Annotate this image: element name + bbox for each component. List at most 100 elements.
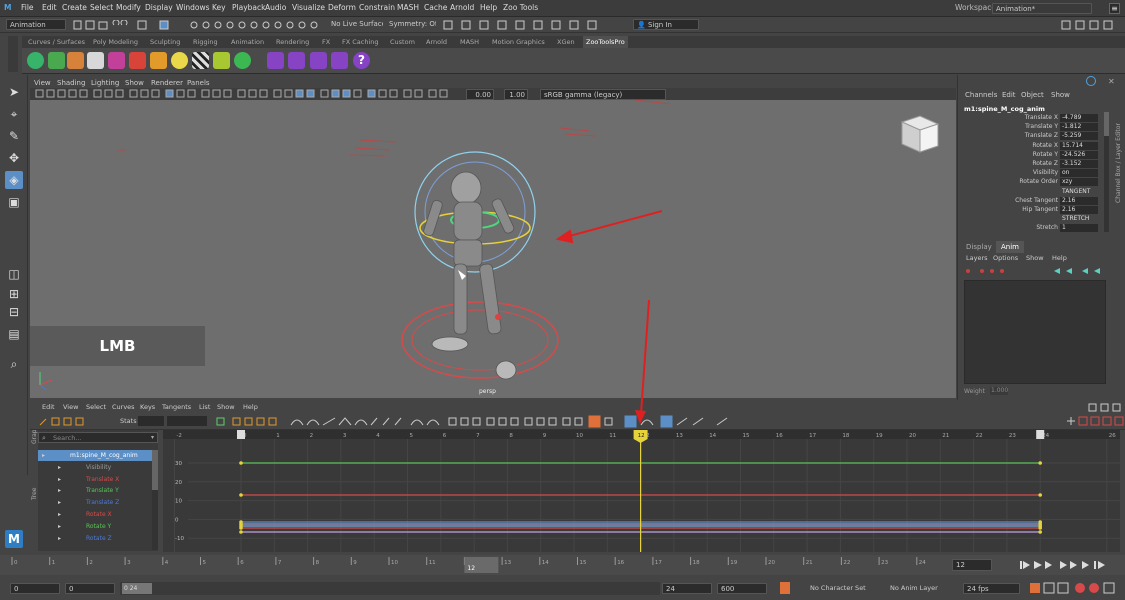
keyboard-icon[interactable] — [331, 52, 348, 69]
menuset-dropdown[interactable]: Animation — [6, 19, 66, 30]
menu-constrain[interactable]: Constrain — [359, 3, 395, 12]
cb-attribute-value[interactable]: -24.526 — [1060, 150, 1098, 159]
ge-menu-tangents[interactable]: Tangents — [162, 403, 191, 411]
ge-key-tools[interactable] — [38, 416, 94, 427]
range-tool-icons[interactable] — [1028, 581, 1120, 595]
cb-attribute-value[interactable]: -4.789 — [1060, 114, 1098, 122]
cb-attribute-row[interactable]: Translate Y -1.812 — [958, 123, 1103, 132]
lasso-tool-icon[interactable]: ⌖ — [5, 105, 23, 123]
shelf-tab-sculpting[interactable]: Sculpting — [150, 38, 180, 46]
layer-menu-show[interactable]: Show — [1026, 254, 1044, 262]
menu-windows[interactable]: Windows — [176, 3, 209, 12]
fps-dropdown[interactable]: 24 fps — [963, 583, 1020, 594]
menu-audio[interactable]: Audio — [265, 3, 286, 12]
search-icon[interactable]: ⌕ — [5, 355, 23, 373]
camera-icon[interactable] — [213, 52, 230, 69]
ge-stats-field-1[interactable] — [138, 416, 164, 426]
cb-attribute-row[interactable]: STRETCH — [958, 215, 1103, 224]
menu-edit[interactable]: Edit — [42, 3, 57, 12]
cb-menu-edit[interactable]: Edit — [1002, 91, 1016, 99]
view-cube-icon[interactable] — [900, 115, 940, 153]
workspace-lock-icon[interactable]: ≡ — [1109, 3, 1120, 14]
character-rig[interactable] — [423, 171, 517, 380]
cb-attribute-row[interactable]: Stretch 1 — [958, 224, 1103, 233]
cb-menu-object[interactable]: Object — [1021, 91, 1044, 99]
shelf-tab-custom[interactable]: Custom — [390, 38, 415, 46]
shelf-tab-curves[interactable]: Curves / Surfaces — [28, 38, 85, 46]
cb-attribute-row[interactable]: Visibility on — [958, 169, 1103, 178]
file-icons-group[interactable] — [72, 19, 182, 30]
anim-layer-dropdown[interactable]: No Anim Layer — [880, 583, 960, 594]
select-tool-icon[interactable]: ➤ — [5, 83, 23, 101]
sphere-icon[interactable] — [234, 52, 251, 69]
shelf-tab-poly-modeling[interactable]: Poly Modeling — [93, 38, 138, 46]
shelf-tab-rigging[interactable]: Rigging — [193, 38, 218, 46]
layer-menu-layers[interactable]: Layers — [966, 254, 988, 262]
pin-icon[interactable] — [67, 52, 84, 69]
anim-tools-icon[interactable] — [310, 52, 327, 69]
panel-toggle-icons[interactable] — [1060, 19, 1120, 31]
layer-menu-options[interactable]: Options — [993, 254, 1018, 262]
sign-in-button[interactable]: 👤 Sign In — [633, 19, 699, 30]
cb-attribute-value[interactable]: TANGENT — [1060, 188, 1098, 196]
grid-icon[interactable] — [48, 52, 65, 69]
auto-key-icon[interactable] — [780, 582, 790, 594]
cb-attribute-row[interactable]: Rotate X 15.714 — [958, 141, 1103, 151]
range-slider[interactable]: 0 24 — [120, 582, 660, 595]
cb-menu-channels[interactable]: Channels — [965, 91, 997, 99]
symmetry-dropdown[interactable]: Symmetry: Off — [386, 19, 436, 30]
scene-start-field[interactable]: 0 — [10, 583, 60, 594]
paint-select-icon[interactable]: ✎ — [5, 127, 23, 145]
ge-tangent-tools[interactable] — [215, 415, 735, 428]
two-view-icon[interactable]: ⊟ — [5, 303, 23, 321]
menu-display[interactable]: Display — [145, 3, 173, 12]
shelf-tab-xgen[interactable]: XGen — [557, 38, 575, 46]
shelf-tab-arnold[interactable]: Arnold — [426, 38, 447, 46]
menu-visualize[interactable]: Visualize — [292, 3, 325, 12]
layer-tab-anim[interactable]: Anim — [996, 241, 1024, 253]
shelf-tab-zootoolspro[interactable]: ZooToolsPro — [583, 36, 628, 48]
ge-menu-curves[interactable]: Curves — [112, 403, 135, 411]
scene-end-field[interactable]: 600 — [717, 583, 767, 594]
heart-icon[interactable] — [108, 52, 125, 69]
shelf-tab-animation[interactable]: Animation — [231, 38, 264, 46]
outliner-scrollbar[interactable] — [152, 450, 158, 550]
menu-modify[interactable]: Modify — [116, 3, 141, 12]
cb-attribute-value[interactable]: -1.812 — [1060, 123, 1098, 132]
cb-attribute-row[interactable]: Translate X -4.789 — [958, 114, 1103, 123]
keyframe-icon[interactable] — [87, 52, 104, 69]
viewport-icon-strip[interactable] — [34, 88, 464, 100]
ge-menu-view[interactable]: View — [63, 403, 78, 411]
list-item[interactable]: ▸ Translate X — [38, 474, 152, 485]
cb-menu-show[interactable]: Show — [1051, 91, 1070, 99]
graph-view[interactable]: -201234567891011121314151617181920212223… — [163, 430, 1120, 552]
ge-view-tools[interactable] — [1065, 415, 1125, 428]
vp-menu-renderer[interactable]: Renderer — [151, 79, 183, 87]
cb-attribute-value[interactable]: 2.16 — [1060, 196, 1098, 205]
live-surface-field[interactable]: No Live Surface — [328, 19, 383, 30]
vp-menu-lighting[interactable]: Lighting — [91, 79, 119, 87]
shelf-tab-fx[interactable]: FX — [322, 38, 330, 46]
cb-attribute-row[interactable]: Hip Tangent 2.16 — [958, 206, 1103, 215]
shelf-tab-rendering[interactable]: Rendering — [276, 38, 309, 46]
ground-control-circle[interactable] — [401, 301, 559, 379]
globe-icon[interactable] — [27, 52, 44, 69]
shelf-tab-fx-caching[interactable]: FX Caching — [342, 38, 379, 46]
menu-create[interactable]: Create — [62, 3, 87, 12]
menu-mash[interactable]: MASH — [397, 3, 419, 12]
vp-menu-view[interactable]: View — [34, 79, 51, 87]
ge-menu-keys[interactable]: Keys — [140, 403, 155, 411]
list-item[interactable]: ▸ m1:spine_M_cog_anim — [38, 450, 152, 461]
cb-attribute-value[interactable]: xzy — [1060, 178, 1098, 187]
rotate-tool-icon[interactable]: ◈ — [5, 171, 23, 189]
menu-zoo-tools[interactable]: Zoo Tools — [503, 3, 538, 12]
playback-controls[interactable] — [1018, 558, 1122, 572]
move-tool-icon[interactable]: ✥ — [5, 149, 23, 167]
cb-attribute-value[interactable]: 1 — [1060, 224, 1098, 233]
ge-menu-show[interactable]: Show — [217, 403, 235, 411]
anim-layers-list[interactable] — [964, 280, 1106, 384]
layout-icon[interactable]: ▤ — [5, 325, 23, 343]
bulb-icon[interactable] — [171, 52, 188, 69]
menu-arnold[interactable]: Arnold — [450, 3, 474, 12]
layer-tab-display[interactable]: Display — [966, 243, 992, 251]
